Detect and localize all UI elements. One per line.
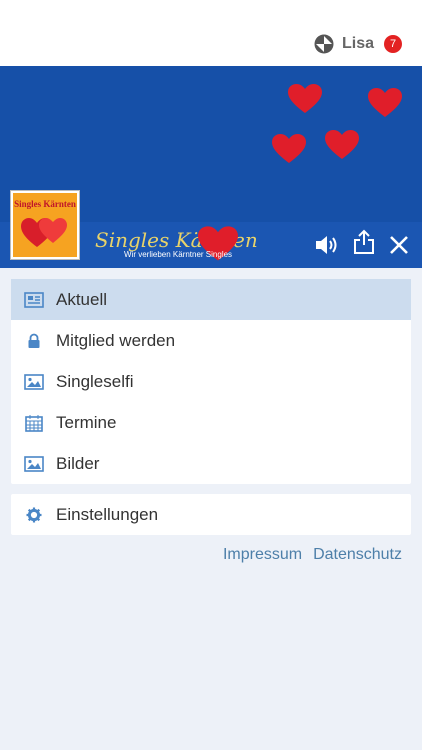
user-status-icon	[314, 34, 334, 54]
menu-item-mitglied-werden[interactable]: Mitglied werden	[11, 320, 411, 361]
menu-item-bilder[interactable]: Bilder	[11, 443, 411, 484]
calendar-icon	[23, 414, 45, 432]
menu-item-label: Einstellungen	[56, 504, 159, 524]
logo-badge-text: Singles Kärnten	[14, 199, 76, 209]
menu-item-singleselfi[interactable]: Singleselfi	[11, 361, 411, 402]
heart-icon	[368, 88, 402, 117]
footer-links: Impressum Datenschutz	[223, 546, 402, 564]
notification-badge[interactable]: 7	[384, 35, 402, 53]
image-icon	[23, 373, 45, 391]
settings-menu: Einstellungen	[11, 494, 411, 535]
menu-item-label: Mitglied werden	[56, 330, 176, 350]
menu-item-einstellungen[interactable]: Einstellungen	[11, 494, 411, 535]
volume-icon[interactable]	[313, 232, 339, 258]
menu-item-label: Aktuell	[56, 289, 108, 309]
logo: Singles Kärnten	[10, 190, 80, 260]
lock-icon	[23, 332, 45, 350]
datenschutz-link[interactable]: Datenschutz	[313, 546, 402, 564]
newspaper-icon	[23, 291, 45, 309]
impressum-link[interactable]: Impressum	[223, 546, 302, 564]
menu-item-label: Bilder	[56, 453, 100, 473]
logo-image: Singles Kärnten	[13, 193, 77, 257]
user-name[interactable]: Lisa	[342, 35, 374, 53]
heart-icon	[325, 130, 359, 159]
heart-icon	[272, 134, 306, 163]
logo-subtitle: Wir verlieben Kärntner Singles	[124, 250, 233, 259]
main-menu: Aktuell Mitglied werden Singleselfi Term…	[11, 279, 411, 484]
user-menu[interactable]: Lisa 7	[314, 33, 402, 55]
menu-item-label: Termine	[56, 412, 117, 432]
close-icon[interactable]	[388, 234, 410, 256]
image-icon	[23, 455, 45, 473]
menu-item-aktuell[interactable]: Aktuell	[11, 279, 411, 320]
menu-item-label: Singleselfi	[56, 371, 134, 391]
gear-icon	[23, 506, 45, 524]
top-bar: Lisa 7	[0, 0, 422, 66]
menu-item-termine[interactable]: Termine	[11, 402, 411, 443]
heart-icon	[288, 84, 322, 113]
share-icon[interactable]	[351, 229, 377, 255]
